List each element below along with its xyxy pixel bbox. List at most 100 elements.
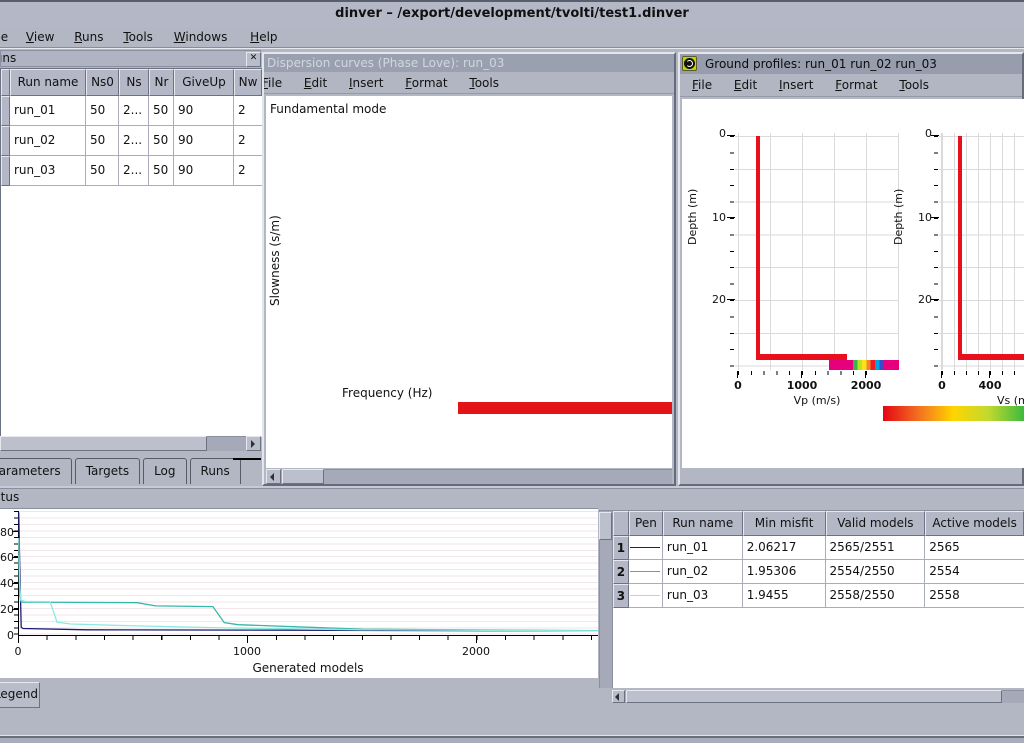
menu-file[interactable]: File [690,77,714,93]
tab-runs[interactable]: Runs [190,458,241,484]
row-handle [1,96,10,126]
table-row[interactable]: run_02 50 2... 50 90 2 [1,126,262,156]
vp-ytick-0: 0 [712,127,726,140]
models-band [829,360,899,370]
ytick-20: 20 [0,603,14,616]
mode-annotation: Fundamental mode [270,102,386,116]
vs-y-major-tick [931,135,939,136]
tabpane-edge [233,458,261,460]
cell-nw: 2 [234,126,262,156]
arrow-right-icon [251,440,255,448]
col-header-nr[interactable]: Nr [149,69,174,96]
cell-run-name: run_02 [10,126,86,156]
col-header-run-name[interactable]: Run name [663,511,743,536]
menu-tools[interactable]: Tools [121,29,155,45]
main-menubar: File View Runs Tools Windows Help [0,27,1024,48]
menu-view[interactable]: View [24,29,56,45]
pen-line [630,595,660,596]
scrollbar-thumb[interactable] [282,469,324,484]
dock-titlebar[interactable]: Runs [0,50,261,67]
ground-titlebar[interactable]: Ground profiles: run_01 run_02 run_03 [680,54,1022,74]
misfit-chart: 80 60 40 20 0 0 1000 2000 Generated mode… [0,508,598,678]
col-header-active-models[interactable]: Active models [925,511,1024,536]
runs-table-hscrollbar[interactable] [0,436,261,451]
vp-y-minor-ticks [730,136,734,367]
scrollbar-thumb[interactable] [626,690,1002,703]
close-icon[interactable]: ✕ [246,52,261,67]
status-dock-title: Status [0,490,1024,506]
table-row[interactable]: run_03 50 2... 50 90 2 [1,156,262,186]
menu-insert[interactable]: Insert [777,77,815,93]
col-header-giveup[interactable]: GiveUp [174,69,234,96]
icon-arrow [686,60,693,67]
menu-tools[interactable]: Tools [467,75,501,91]
tab-log[interactable]: Log [143,458,186,484]
cell-ns: 2... [119,126,149,156]
table-row[interactable]: run_01 50 2... 50 90 2 [1,96,262,126]
misfit-gradient-colorbar [883,406,1024,421]
menu-windows[interactable]: Windows [172,29,230,45]
cell-pen [629,536,663,560]
vp-y-major-tick [727,217,735,218]
series-run_03 [19,538,598,631]
col-header-ns0[interactable]: Ns0 [86,69,119,96]
vp-profile-plot [735,133,899,370]
cell-nw: 2 [234,96,262,126]
vs-x-major-tick [989,371,990,378]
col-header-pen[interactable]: Pen [629,511,663,536]
dispersion-plot: Fundamental mode Slowness (s/m) Frequenc… [266,96,672,468]
scrollbar-thumb[interactable] [0,436,207,451]
profile-line-segment [958,354,1024,360]
scrollbar-thumb[interactable] [599,512,612,540]
scroll-left-button[interactable] [612,690,625,703]
col-header-min-misfit[interactable]: Min misfit [743,511,826,536]
menu-edit[interactable]: Edit [732,77,759,93]
cell-nr: 50 [149,96,174,126]
pen-line [630,571,660,572]
menu-file[interactable]: File [0,29,10,45]
dispersion-hscrollbar[interactable] [266,469,672,484]
results-table-header: Pen Run name Min misfit Valid models Act… [613,511,1024,536]
cell-valid-models: 2558/2550 [826,584,926,608]
vs-x-major-tick [941,371,942,378]
app-titlebar[interactable]: dinver – /export/development/tvolti/test… [0,0,1024,29]
vp-y-major-tick [727,299,735,300]
table-row[interactable]: 2 run_02 1.95306 2554/2550 2554 [613,560,1024,584]
x-major-tick [476,636,477,643]
col-header-run-name[interactable]: Run name [10,69,86,96]
menu-edit[interactable]: Edit [302,75,329,91]
vs-y-axis-label: Depth (m) [892,169,908,264]
splitter-handle[interactable] [0,486,1024,489]
dock-tabbar: ParametersTargetsLogRuns [0,458,261,485]
scroll-left-button[interactable] [266,469,281,484]
col-header-nw[interactable]: Nw [234,69,262,96]
menu-format[interactable]: Format [833,77,879,93]
dispersion-titlebar[interactable]: Dispersion curves (Phase Love): run_03 [264,54,674,72]
cell-active-models: 2554 [925,560,1024,584]
status-vscrollbar[interactable] [599,510,612,688]
table-row[interactable]: 1 run_01 2.06217 2565/2551 2565 [613,536,1024,560]
app-title: dinver – /export/development/tvolti/test… [335,6,689,21]
menu-help[interactable]: Help [248,29,279,45]
row-header: 3 [613,584,629,608]
menu-file[interactable]: File [264,75,284,91]
menu-format[interactable]: Format [403,75,449,91]
legend-button[interactable]: Legend [0,682,40,708]
arrow-left-icon [615,693,619,701]
results-hscrollbar[interactable] [612,690,1024,703]
col-header-valid-models[interactable]: Valid models [826,511,926,536]
scroll-right-button[interactable] [246,436,261,451]
dock-title: Runs [0,51,16,65]
tab-parameters[interactable]: Parameters [0,458,72,484]
table-row[interactable]: 3 run_03 1.9455 2558/2550 2558 [613,584,1024,608]
x-major-tick [18,636,19,643]
col-header-ns[interactable]: Ns [119,69,149,96]
menu-runs[interactable]: Runs [72,29,105,45]
cell-giveup: 90 [174,126,234,156]
misfit-series-lines [18,511,598,635]
menu-tools[interactable]: Tools [897,77,931,93]
menu-insert[interactable]: Insert [347,75,385,91]
series-run_02 [19,555,598,631]
cell-valid-models: 2554/2550 [826,560,926,584]
tab-targets[interactable]: Targets [75,458,140,484]
